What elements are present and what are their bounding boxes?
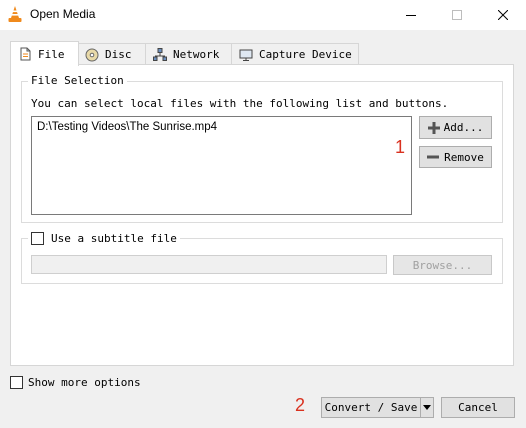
convert-save-dropdown[interactable] xyxy=(421,398,433,417)
tab-capture-device[interactable]: Capture Device xyxy=(231,43,359,65)
tab-file-label: File xyxy=(38,47,65,61)
cancel-button-label: Cancel xyxy=(458,401,498,414)
callout-1: 1 xyxy=(395,137,406,157)
subtitle-path-input[interactable] xyxy=(31,255,387,274)
tab-disc[interactable]: Disc xyxy=(77,43,147,65)
callout-2: 2 xyxy=(295,395,306,415)
file-icon xyxy=(20,47,31,61)
tab-file[interactable]: File xyxy=(10,41,79,66)
file-list-item[interactable]: D:\Testing Videos\The Sunrise.mp4 xyxy=(37,121,217,133)
minus-icon xyxy=(427,155,440,159)
tab-capture-device-label: Capture Device xyxy=(259,48,352,61)
disc-icon xyxy=(85,48,99,61)
plus-icon xyxy=(427,121,440,134)
tab-disc-label: Disc xyxy=(105,48,132,61)
cancel-button[interactable]: Cancel xyxy=(441,397,515,418)
file-selection-title: File Selection xyxy=(28,74,127,87)
capture-device-icon xyxy=(239,49,253,61)
subtitle-checkbox-row[interactable]: Use a subtitle file xyxy=(28,230,180,246)
browse-button-label: Browse... xyxy=(412,258,473,272)
dropdown-arrow-icon xyxy=(423,405,431,410)
subtitle-checkbox[interactable] xyxy=(31,231,44,245)
show-more-options-label[interactable]: Show more options xyxy=(28,376,141,389)
title-bar: Open Media xyxy=(0,0,526,30)
remove-button[interactable]: Remove xyxy=(419,146,492,168)
tab-network[interactable]: Network xyxy=(145,43,233,65)
convert-save-label: Convert / Save xyxy=(324,401,418,414)
maximize-icon xyxy=(452,10,462,20)
show-more-options-row[interactable]: Show more options xyxy=(10,375,141,389)
convert-save-button[interactable]: Convert / Save xyxy=(322,398,421,417)
tab-network-label: Network xyxy=(173,48,220,61)
minimize-icon xyxy=(406,15,416,16)
file-selection-description: You can select local files with the foll… xyxy=(31,97,449,110)
maximize-button[interactable] xyxy=(434,0,480,30)
subtitle-checkbox-label[interactable]: Use a subtitle file xyxy=(51,232,177,245)
remove-button-label: Remove xyxy=(444,150,484,164)
window-title: Open Media xyxy=(30,7,96,21)
vlc-cone-icon xyxy=(8,6,22,22)
file-list[interactable]: D:\Testing Videos\The Sunrise.mp4 xyxy=(31,116,412,215)
show-more-options-checkbox[interactable] xyxy=(10,375,23,389)
browse-button[interactable]: Browse... xyxy=(393,255,492,275)
add-button[interactable]: Add... xyxy=(419,116,492,139)
minimize-button[interactable] xyxy=(388,0,434,30)
convert-save-split-button: Convert / Save xyxy=(321,397,434,418)
close-button[interactable] xyxy=(480,0,526,30)
network-icon xyxy=(153,47,167,61)
add-button-label: Add... xyxy=(443,121,484,134)
close-icon xyxy=(498,10,508,20)
